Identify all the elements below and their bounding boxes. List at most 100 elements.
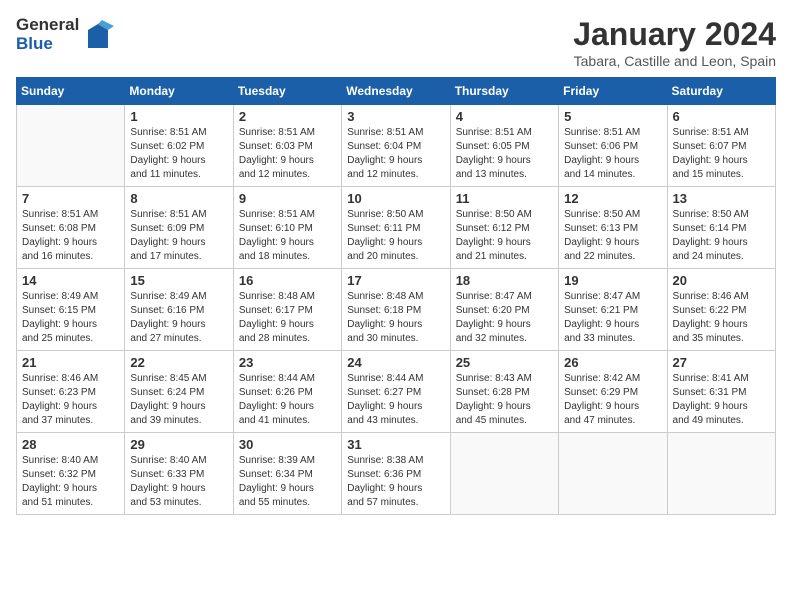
- calendar-cell: 29 Sunrise: 8:40 AM Sunset: 6:33 PM Dayli…: [125, 433, 233, 515]
- day-number: 27: [673, 355, 770, 370]
- day-info: Sunrise: 8:42 AM Sunset: 6:29 PM Dayligh…: [564, 372, 661, 428]
- day-number: 26: [564, 355, 661, 370]
- day-info: Sunrise: 8:46 AM Sunset: 6:23 PM Dayligh…: [22, 372, 119, 428]
- calendar-week-row: 28 Sunrise: 8:40 AM Sunset: 6:32 PM Dayli…: [17, 433, 776, 515]
- day-number: 22: [130, 355, 227, 370]
- calendar-cell: 30 Sunrise: 8:39 AM Sunset: 6:34 PM Dayli…: [233, 433, 341, 515]
- day-info: Sunrise: 8:44 AM Sunset: 6:27 PM Dayligh…: [347, 372, 444, 428]
- calendar-week-row: 14 Sunrise: 8:49 AM Sunset: 6:15 PM Dayli…: [17, 269, 776, 351]
- day-info: Sunrise: 8:45 AM Sunset: 6:24 PM Dayligh…: [130, 372, 227, 428]
- day-number: 14: [22, 273, 119, 288]
- day-info: Sunrise: 8:48 AM Sunset: 6:18 PM Dayligh…: [347, 290, 444, 346]
- calendar-cell: 10 Sunrise: 8:50 AM Sunset: 6:11 PM Dayli…: [342, 187, 450, 269]
- calendar-cell: 21 Sunrise: 8:46 AM Sunset: 6:23 PM Dayli…: [17, 351, 125, 433]
- calendar-cell: 8Sunrise: 8:51 AM Sunset: 6:09 PM Daylig…: [125, 187, 233, 269]
- weekday-header-row: SundayMondayTuesdayWednesdayThursdayFrid…: [17, 78, 776, 105]
- day-info: Sunrise: 8:50 AM Sunset: 6:12 PM Dayligh…: [456, 208, 553, 264]
- calendar-cell: 6 Sunrise: 8:51 AM Sunset: 6:07 PM Daylig…: [667, 105, 775, 187]
- day-info: Sunrise: 8:50 AM Sunset: 6:11 PM Dayligh…: [347, 208, 444, 264]
- calendar-cell: 16 Sunrise: 8:48 AM Sunset: 6:17 PM Dayli…: [233, 269, 341, 351]
- day-number: 16: [239, 273, 336, 288]
- day-info: Sunrise: 8:51 AM Sunset: 6:04 PM Dayligh…: [347, 126, 444, 182]
- calendar-cell: 19 Sunrise: 8:47 AM Sunset: 6:21 PM Dayli…: [559, 269, 667, 351]
- calendar-cell: 2 Sunrise: 8:51 AM Sunset: 6:03 PM Daylig…: [233, 105, 341, 187]
- day-info: Sunrise: 8:51 AM Sunset: 6:02 PM Dayligh…: [130, 126, 227, 182]
- logo-icon: [82, 20, 114, 52]
- calendar-week-row: 1Sunrise: 8:51 AM Sunset: 6:02 PM Daylig…: [17, 105, 776, 187]
- calendar-cell: 31 Sunrise: 8:38 AM Sunset: 6:36 PM Dayli…: [342, 433, 450, 515]
- day-info: Sunrise: 8:51 AM Sunset: 6:05 PM Dayligh…: [456, 126, 553, 182]
- day-number: 23: [239, 355, 336, 370]
- calendar-cell: 9Sunrise: 8:51 AM Sunset: 6:10 PM Daylig…: [233, 187, 341, 269]
- day-info: Sunrise: 8:51 AM Sunset: 6:08 PM Dayligh…: [22, 208, 119, 264]
- calendar-cell: 13Sunrise: 8:50 AM Sunset: 6:14 PM Dayli…: [667, 187, 775, 269]
- calendar-cell: 17 Sunrise: 8:48 AM Sunset: 6:18 PM Dayli…: [342, 269, 450, 351]
- day-number: 25: [456, 355, 553, 370]
- day-info: Sunrise: 8:47 AM Sunset: 6:21 PM Dayligh…: [564, 290, 661, 346]
- day-info: Sunrise: 8:49 AM Sunset: 6:16 PM Dayligh…: [130, 290, 227, 346]
- day-info: Sunrise: 8:43 AM Sunset: 6:28 PM Dayligh…: [456, 372, 553, 428]
- logo-blue: Blue: [16, 35, 79, 54]
- day-info: Sunrise: 8:41 AM Sunset: 6:31 PM Dayligh…: [673, 372, 770, 428]
- calendar-cell: 12 Sunrise: 8:50 AM Sunset: 6:13 PM Dayli…: [559, 187, 667, 269]
- calendar-cell: 26 Sunrise: 8:42 AM Sunset: 6:29 PM Dayli…: [559, 351, 667, 433]
- day-info: Sunrise: 8:39 AM Sunset: 6:34 PM Dayligh…: [239, 454, 336, 510]
- calendar-week-row: 7Sunrise: 8:51 AM Sunset: 6:08 PM Daylig…: [17, 187, 776, 269]
- calendar-cell: 28 Sunrise: 8:40 AM Sunset: 6:32 PM Dayli…: [17, 433, 125, 515]
- day-number: 2: [239, 109, 336, 124]
- day-info: Sunrise: 8:51 AM Sunset: 6:03 PM Dayligh…: [239, 126, 336, 182]
- weekday-header-saturday: Saturday: [667, 78, 775, 105]
- calendar-cell: 5 Sunrise: 8:51 AM Sunset: 6:06 PM Daylig…: [559, 105, 667, 187]
- calendar-week-row: 21 Sunrise: 8:46 AM Sunset: 6:23 PM Dayli…: [17, 351, 776, 433]
- day-info: Sunrise: 8:49 AM Sunset: 6:15 PM Dayligh…: [22, 290, 119, 346]
- calendar-cell: 20 Sunrise: 8:46 AM Sunset: 6:22 PM Dayli…: [667, 269, 775, 351]
- day-info: Sunrise: 8:51 AM Sunset: 6:07 PM Dayligh…: [673, 126, 770, 182]
- day-number: 13: [673, 191, 770, 206]
- weekday-header-monday: Monday: [125, 78, 233, 105]
- month-title: January 2024: [573, 16, 776, 53]
- calendar-cell: [667, 433, 775, 515]
- day-info: Sunrise: 8:51 AM Sunset: 6:06 PM Dayligh…: [564, 126, 661, 182]
- day-info: Sunrise: 8:40 AM Sunset: 6:32 PM Dayligh…: [22, 454, 119, 510]
- day-number: 20: [673, 273, 770, 288]
- calendar-cell: 18Sunrise: 8:47 AM Sunset: 6:20 PM Dayli…: [450, 269, 558, 351]
- day-info: Sunrise: 8:38 AM Sunset: 6:36 PM Dayligh…: [347, 454, 444, 510]
- day-number: 21: [22, 355, 119, 370]
- day-info: Sunrise: 8:50 AM Sunset: 6:13 PM Dayligh…: [564, 208, 661, 264]
- calendar-cell: 24 Sunrise: 8:44 AM Sunset: 6:27 PM Dayli…: [342, 351, 450, 433]
- day-number: 17: [347, 273, 444, 288]
- calendar-cell: [17, 105, 125, 187]
- weekday-header-friday: Friday: [559, 78, 667, 105]
- weekday-header-tuesday: Tuesday: [233, 78, 341, 105]
- calendar-cell: 23 Sunrise: 8:44 AM Sunset: 6:26 PM Dayli…: [233, 351, 341, 433]
- weekday-header-wednesday: Wednesday: [342, 78, 450, 105]
- day-number: 24: [347, 355, 444, 370]
- calendar-table: SundayMondayTuesdayWednesdayThursdayFrid…: [16, 77, 776, 515]
- weekday-header-thursday: Thursday: [450, 78, 558, 105]
- day-number: 29: [130, 437, 227, 452]
- day-info: Sunrise: 8:44 AM Sunset: 6:26 PM Dayligh…: [239, 372, 336, 428]
- calendar-cell: 15 Sunrise: 8:49 AM Sunset: 6:16 PM Dayli…: [125, 269, 233, 351]
- day-number: 5: [564, 109, 661, 124]
- day-number: 18: [456, 273, 553, 288]
- day-number: 28: [22, 437, 119, 452]
- day-number: 10: [347, 191, 444, 206]
- day-number: 9: [239, 191, 336, 206]
- day-number: 12: [564, 191, 661, 206]
- day-number: 19: [564, 273, 661, 288]
- day-number: 15: [130, 273, 227, 288]
- day-number: 31: [347, 437, 444, 452]
- day-number: 6: [673, 109, 770, 124]
- day-number: 8: [130, 191, 227, 206]
- calendar-cell: 7Sunrise: 8:51 AM Sunset: 6:08 PM Daylig…: [17, 187, 125, 269]
- day-info: Sunrise: 8:46 AM Sunset: 6:22 PM Dayligh…: [673, 290, 770, 346]
- calendar-cell: 27 Sunrise: 8:41 AM Sunset: 6:31 PM Dayli…: [667, 351, 775, 433]
- calendar-cell: 14 Sunrise: 8:49 AM Sunset: 6:15 PM Dayli…: [17, 269, 125, 351]
- day-info: Sunrise: 8:48 AM Sunset: 6:17 PM Dayligh…: [239, 290, 336, 346]
- day-number: 4: [456, 109, 553, 124]
- day-info: Sunrise: 8:40 AM Sunset: 6:33 PM Dayligh…: [130, 454, 227, 510]
- calendar-cell: 4 Sunrise: 8:51 AM Sunset: 6:05 PM Daylig…: [450, 105, 558, 187]
- calendar-cell: 22 Sunrise: 8:45 AM Sunset: 6:24 PM Dayli…: [125, 351, 233, 433]
- day-number: 30: [239, 437, 336, 452]
- title-block: January 2024 Tabara, Castille and Leon, …: [573, 16, 776, 69]
